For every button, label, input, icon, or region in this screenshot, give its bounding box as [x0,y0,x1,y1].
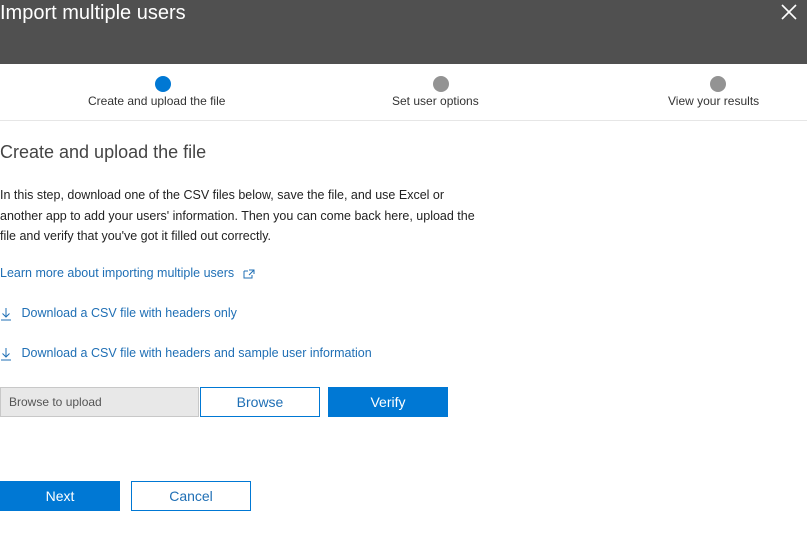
download-icon [1,347,11,361]
external-link-icon [243,269,255,279]
step-view-results: View your results [668,64,788,120]
instructions-text: In this step, download one of the CSV fi… [0,188,475,243]
learn-more-link[interactable]: Learn more about importing multiple user… [0,266,256,280]
step-indicator-inactive [433,76,449,92]
download-headers-only-link[interactable]: Download a CSV file with headers only [0,306,237,321]
download-icon [1,307,11,321]
verify-button[interactable]: Verify [328,387,448,417]
browse-button[interactable]: Browse [200,387,320,417]
next-button[interactable]: Next [0,481,120,511]
download-sample-label: Download a CSV file with headers and sam… [21,346,372,360]
step-set-user-options: Set user options [392,64,512,120]
step-indicator-active [155,76,171,92]
close-icon [781,4,797,20]
step-label: Create and upload the file [88,94,226,108]
download-headers-only-label: Download a CSV file with headers only [21,306,237,320]
step-label: View your results [668,94,760,108]
cancel-button[interactable]: Cancel [131,481,251,511]
learn-more-label: Learn more about importing multiple user… [0,266,235,280]
download-sample-link[interactable]: Download a CSV file with headers and sam… [0,346,372,361]
dialog-title: Import multiple users [0,2,186,24]
file-upload-input[interactable]: Browse to upload [0,387,199,417]
section-title: Create and upload the file [0,142,207,162]
dialog-header: Import multiple users [0,0,807,64]
wizard-stepper: Create and upload the file Set user opti… [0,64,807,121]
close-button[interactable] [777,0,801,24]
step-indicator-inactive [710,76,726,92]
step-label: Set user options [392,94,479,108]
step-create-upload: Create and upload the file [88,64,268,120]
